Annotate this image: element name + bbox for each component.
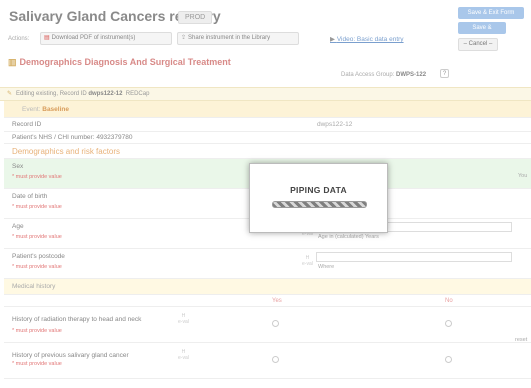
form-title: ▥ Demographics Diagnosis And Surgical Tre… <box>8 57 231 68</box>
editing-suffix: REDCap <box>125 91 150 97</box>
save-continue-button[interactable]: Save & <box>458 22 506 34</box>
editing-prefix: Editing existing <box>16 91 57 97</box>
postcode-field-row: Patient's postcode * must provide value … <box>4 249 531 279</box>
data-access-value: DWPS-122 <box>396 72 427 78</box>
medical-history-label: Medical history <box>12 283 56 290</box>
required-note: * must provide value <box>12 328 62 334</box>
form-table: Event: Baseline Record ID dwps122-12 Pat… <box>4 101 531 379</box>
editing-record-value: dwps122-12 <box>88 91 123 97</box>
required-note: * must provide value <box>12 264 62 270</box>
actions-label: Actions: <box>8 36 30 42</box>
previous-cancer-row: History of previous salivary gland cance… <box>4 343 531 379</box>
share-library-button[interactable]: ⇪ Share instrument in the Library <box>177 32 299 45</box>
event-row: Event: Baseline <box>4 101 531 118</box>
video-link-label: Video: Basic data entry <box>336 36 404 43</box>
radiation-history-label: History of radiation therapy to head and… <box>12 316 142 323</box>
cancel-label: Cancel <box>468 41 488 47</box>
video-link[interactable]: ▶ Video: Basic data entry <box>330 35 404 43</box>
postcode-input[interactable] <box>316 252 512 262</box>
history-tag-sub: e-val <box>302 261 313 267</box>
previous-cancer-no-radio[interactable] <box>445 356 452 363</box>
progress-bar <box>272 201 367 208</box>
help-icon[interactable]: ? <box>440 69 449 78</box>
previous-cancer-label: History of previous salivary gland cance… <box>12 352 129 359</box>
radiation-yes-radio[interactable] <box>272 320 279 327</box>
medical-history-header: Medical history <box>4 279 531 295</box>
data-access-label: Data Access Group: <box>341 72 395 78</box>
download-pdf-label: Download PDF of instrument(s) <box>51 35 136 41</box>
radiation-no-radio[interactable] <box>445 320 452 327</box>
required-note: * must provide value <box>12 234 62 240</box>
no-column-label: No <box>445 298 453 304</box>
section-header: Demographics and risk factors <box>4 144 531 159</box>
edge-text: You <box>518 173 528 179</box>
record-id-row: Record ID dwps122-12 <box>4 118 531 132</box>
history-tag[interactable]: He-val <box>178 313 189 325</box>
nhs-number-row: Patient's NHS / CHI number: 4932379780 <box>4 132 531 144</box>
save-exit-button[interactable]: Save & Exit Form <box>458 7 524 19</box>
history-tag[interactable]: He-val <box>178 349 189 361</box>
page-header: Salivary Gland Cancers registry PROD Sav… <box>0 0 531 78</box>
event-value: Baseline <box>42 106 69 113</box>
previous-cancer-yes-radio[interactable] <box>272 356 279 363</box>
form-title-text: Demographics Diagnosis And Surgical Trea… <box>19 57 231 67</box>
radiation-history-row: History of radiation therapy to head and… <box>4 307 531 343</box>
yes-column-label: Yes <box>272 298 282 304</box>
form-icon: ▥ <box>8 57 17 67</box>
share-library-label: Share instrument in the Library <box>188 35 271 41</box>
dialog-title: PIPING DATA <box>290 185 347 195</box>
event-label: Event: <box>22 106 41 113</box>
yes-no-header: Yes No <box>4 295 531 307</box>
video-icon: ▶ <box>330 36 335 43</box>
age-hint: Age in (calculated) Years <box>318 234 379 240</box>
record-id-label: Record ID <box>12 121 42 128</box>
record-id-value: dwps122-12 <box>317 121 353 128</box>
download-pdf-button[interactable]: ▤ Download PDF of instrument(s) <box>40 32 172 45</box>
history-tag[interactable]: He-val <box>302 255 313 267</box>
history-tag-sub: e-val <box>178 355 189 361</box>
history-tag-sub: e-val <box>178 319 189 325</box>
share-icon: ⇪ <box>181 35 187 41</box>
postcode-hint: Where <box>318 264 335 270</box>
nhs-number-label: Patient's NHS / CHI number: 4932379780 <box>12 134 133 141</box>
status-badge: PROD <box>178 11 213 24</box>
editing-status-bar: ✎ Editing existing, Record ID dwps122-12… <box>0 87 531 101</box>
pdf-icon: ▤ <box>44 35 50 41</box>
pencil-icon: ✎ <box>7 91 13 97</box>
piping-data-dialog: PIPING DATA <box>249 163 388 233</box>
cancel-button[interactable]: – Cancel – <box>458 38 498 51</box>
required-note: * must provide value <box>12 361 62 367</box>
editing-record-label: Record ID <box>59 91 87 97</box>
data-access-group: Data Access Group: DWPS-122 <box>341 72 426 78</box>
